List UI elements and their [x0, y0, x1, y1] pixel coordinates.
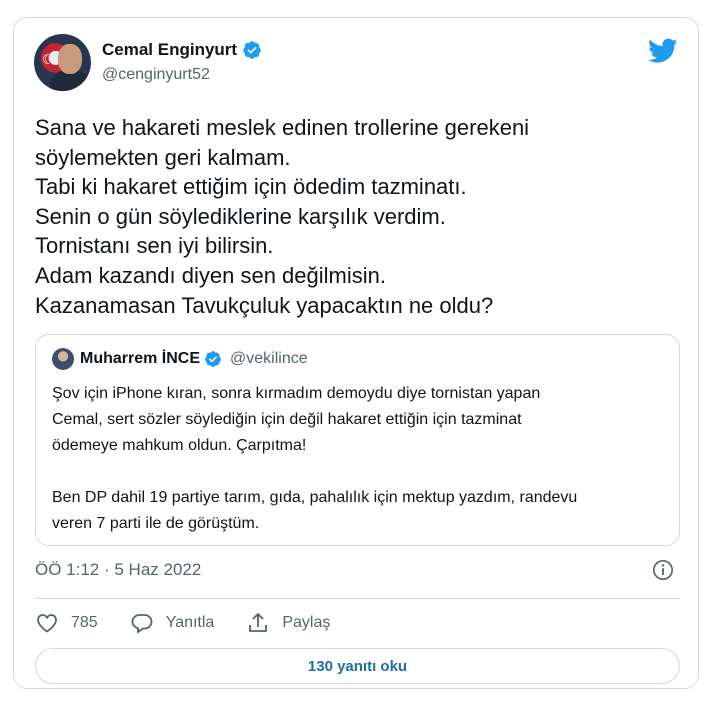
quoted-line: ödemeye mahkum oldun. Çarpıtma! [52, 437, 307, 454]
quoted-tweet-text: Şov için iPhone kıran, sonra kırmadım de… [52, 381, 667, 537]
tweet-text: Sana ve hakareti meslek edinen trollerin… [35, 113, 685, 320]
tweet-line: söylemekten geri kalmam. [35, 144, 291, 170]
quoted-author-handle: @vekilince [230, 350, 308, 367]
like-button[interactable]: 785 [35, 611, 98, 635]
tweet-timestamp[interactable]: ÖÖ 1:12 · 5 Haz 2022 [35, 560, 201, 580]
reply-bubble-icon [131, 614, 153, 634]
quoted-line: veren 7 parti ile de görüştüm. [52, 515, 260, 532]
reply-button[interactable]: Yanıtla [130, 611, 215, 635]
heart-icon [37, 614, 57, 633]
share-label: Paylaş [282, 614, 331, 631]
quoted-author-avatar [52, 348, 74, 370]
like-count: 785 [71, 614, 98, 631]
twitter-bird-icon[interactable] [648, 38, 678, 64]
tweet-line: Tabi ki hakaret ettiğim için ödedim tazm… [35, 174, 467, 200]
quoted-line: Cemal, sert sözler söylediğin için değil… [52, 411, 522, 428]
quoted-tweet-header: Muharrem İNCE @vekilince [52, 348, 308, 370]
author-handle[interactable]: @cenginyurt52 [102, 66, 210, 84]
flag-crescent-icon: ☾ [42, 52, 55, 68]
info-icon[interactable] [652, 559, 674, 581]
read-replies-button[interactable]: 130 yanıtı oku [35, 648, 680, 684]
author-name-row: Cemal Enginyurt [102, 40, 262, 60]
tweet-line: Kazanamasan Tavukçuluk yapacaktın ne old… [35, 292, 494, 318]
tweet-line: Sana ve hakareti meslek edinen trollerin… [35, 115, 530, 140]
action-bar: 785 Yanıtla Paylaş [35, 608, 362, 638]
quoted-line: Ben DP dahil 19 partiye tarım, gıda, pah… [52, 489, 578, 506]
share-icon [249, 612, 268, 632]
author-avatar[interactable]: ☾ [34, 34, 91, 91]
tweet-line: Tornistanı sen iyi bilirsin. [35, 233, 274, 259]
tweet-card: ☾ Cemal Enginyurt @cenginyurt52 Sana ve … [13, 17, 699, 689]
quoted-tweet[interactable]: Muharrem İNCE @vekilince Şov için iPhone… [35, 334, 680, 546]
reply-label: Yanıtla [165, 614, 215, 631]
verified-badge-icon [205, 351, 221, 367]
author-name[interactable]: Cemal Enginyurt [102, 40, 237, 60]
avatar-face [58, 44, 82, 74]
verified-badge-icon [243, 41, 261, 59]
quoted-author-name: Muharrem İNCE [80, 350, 201, 367]
share-button[interactable]: Paylaş [246, 611, 330, 635]
quoted-line: Şov için iPhone kıran, sonra kırmadım de… [52, 385, 541, 402]
tweet-line: Adam kazandı diyen sen değilmisin. [35, 262, 386, 288]
tweet-line: Senin o gün söylediklerine karşılık verd… [35, 203, 446, 229]
divider [35, 598, 680, 599]
